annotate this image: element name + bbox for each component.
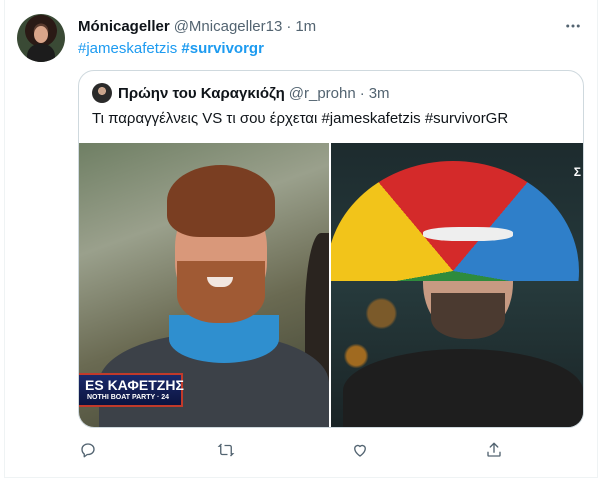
banner-name: ES ΚΑΦΕΤΖΗΣ: [85, 377, 184, 393]
more-icon: [566, 24, 580, 28]
umbrella-dome: [331, 161, 579, 281]
quoted-tweet-text: Τι παραγγέλνεις VS τι σου έρχεται #james…: [92, 110, 509, 127]
tweet-header: Mónicageller @Mnicageller13 · 1m: [78, 16, 581, 36]
media-image-left[interactable]: ES ΚΑΦΕΤΖΗΣ ΝΟΤΗΙ BOAT PARTY · 24: [79, 143, 329, 427]
umbrella-hat: [331, 161, 583, 281]
quoted-author-avatar: [92, 83, 112, 103]
author-handle[interactable]: @Mnicageller13: [174, 18, 283, 35]
author-avatar[interactable]: [17, 14, 65, 62]
quoted-author-handle: @r_prohn: [288, 84, 356, 102]
like-button[interactable]: [348, 438, 372, 462]
image-figure: [431, 293, 505, 339]
avatar-body: [27, 44, 55, 62]
quoted-tweet-timestamp: 3m: [368, 84, 390, 102]
avatar-face: [34, 26, 48, 43]
name-banner: ES ΚΑΦΕΤΖΗΣ ΝΟΤΗΙ BOAT PARTY · 24: [79, 373, 184, 407]
quoted-media: ES ΚΑΦΕΤΖΗΣ ΝΟΤΗΙ BOAT PARTY · 24 Σ: [79, 143, 583, 427]
banner-caption: ΝΟΤΗΙ BOAT PARTY · 24: [87, 394, 170, 401]
tweet-actions: [76, 438, 506, 462]
reply-icon: [81, 443, 95, 458]
quoted-author-name: Πρώην του Καραγκιόζη: [118, 84, 285, 102]
author-name[interactable]: Mónicageller: [78, 18, 170, 35]
tweet-timestamp[interactable]: 1m: [295, 18, 316, 35]
retweet-icon: [217, 443, 235, 457]
image-figure: [177, 261, 265, 323]
hashtag-link[interactable]: #survivorgr: [181, 40, 264, 57]
media-image-right[interactable]: Σ: [331, 143, 583, 427]
share-icon: [487, 442, 501, 457]
corner-logo-text: Σ: [573, 165, 581, 179]
header-separator: ·: [286, 17, 292, 35]
retweet-button[interactable]: [214, 438, 238, 462]
image-figure: [343, 349, 583, 427]
image-figure: [167, 165, 275, 237]
like-icon: [354, 444, 366, 457]
quoted-tweet[interactable]: Πρώην του Καραγκιόζη @r_prohn · 3m Τι πα…: [78, 70, 584, 428]
quoted-header-separator: ·: [359, 84, 365, 102]
hashtag-link[interactable]: #jameskafetzis: [78, 40, 177, 57]
share-button[interactable]: [482, 438, 506, 462]
more-button[interactable]: [563, 16, 583, 36]
image-figure: [423, 227, 513, 241]
reply-button[interactable]: [76, 438, 100, 462]
quoted-tweet-header: Πρώην του Καραγκιόζη @r_prohn · 3m: [92, 83, 390, 103]
tweet-text: #jameskafetzis #survivorgr: [78, 39, 264, 59]
